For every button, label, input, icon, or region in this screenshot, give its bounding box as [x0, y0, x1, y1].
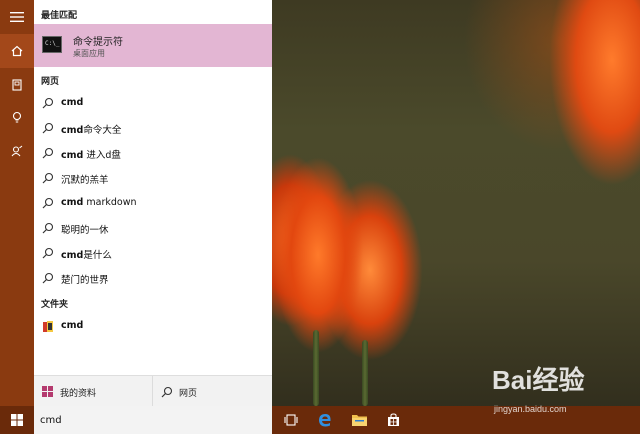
tips-button[interactable] [0, 100, 34, 134]
web-scope-label: 网页 [179, 389, 198, 399]
my-stuff-label: 我的资料 [60, 389, 97, 399]
watermark-brand: Bai经验 [492, 365, 585, 395]
web-scope-button[interactable]: 网页 [153, 376, 272, 407]
start-button[interactable] [0, 406, 34, 434]
cmd-folder-icon [43, 321, 53, 332]
feedback-icon [11, 145, 23, 157]
taskbar-search-box[interactable] [34, 406, 272, 434]
search-icon [161, 386, 173, 398]
task-view-button[interactable] [274, 406, 308, 434]
search-icon [42, 147, 54, 159]
file-explorer-button[interactable] [342, 406, 376, 434]
web-suggestion-item[interactable]: cmd [34, 91, 272, 116]
web-suggestion-item[interactable]: cmd命令大全 [34, 116, 272, 141]
folder-result-item[interactable]: cmd [34, 314, 272, 339]
web-suggestion-label: cmd [61, 97, 84, 108]
web-suggestion-item[interactable]: cmd markdown [34, 191, 272, 216]
best-match-heading: 最佳匹配 [41, 11, 78, 21]
web-suggestion-item[interactable]: 聪明的一休 [34, 216, 272, 241]
web-suggestion-label: 楚门的世界 [61, 275, 109, 286]
best-match-item[interactable]: C:\_ 命令提示符 桌面应用 [34, 24, 272, 67]
watermark-url: jingyan.baidu.com [494, 404, 567, 414]
home-icon [11, 45, 23, 57]
best-match-title: 命令提示符 [73, 37, 123, 48]
search-icon [42, 272, 54, 284]
search-input[interactable] [40, 412, 260, 428]
start-left-rail [0, 0, 34, 406]
web-suggestion-label: 聪明的一休 [61, 225, 109, 236]
baidu-jingyan-watermark: Bai经验 jingyan.baidu.com [492, 360, 632, 420]
feedback-button[interactable] [0, 134, 34, 168]
folder-icon [351, 415, 367, 426]
lightbulb-icon [12, 111, 22, 123]
my-stuff-button[interactable]: 我的资料 [34, 376, 153, 407]
windows-logo-icon [42, 386, 53, 397]
web-suggestion-item[interactable]: cmd 进入d盘 [34, 141, 272, 166]
web-suggestion-label: cmd 进入d盘 [61, 150, 121, 161]
task-view-icon [284, 414, 298, 426]
web-suggestion-item[interactable]: cmd是什么 [34, 241, 272, 266]
hamburger-icon [10, 12, 24, 22]
web-suggestion-label: cmd是什么 [61, 250, 112, 261]
web-suggestion-label: cmd markdown [61, 197, 137, 208]
search-icon [42, 97, 54, 109]
flower-stem [313, 330, 319, 406]
search-icon [42, 197, 54, 209]
web-suggestion-item[interactable]: 沉默的羔羊 [34, 166, 272, 191]
search-icon [42, 172, 54, 184]
notebook-icon [12, 79, 22, 91]
folder-result-label: cmd [61, 320, 84, 331]
store-button[interactable] [376, 406, 410, 434]
search-icon [42, 247, 54, 259]
search-results-panel: 最佳匹配 C:\_ 命令提示符 桌面应用 网页 cmd cmd命令大全 cmd … [34, 0, 272, 407]
web-heading: 网页 [41, 77, 60, 87]
search-icon [42, 222, 54, 234]
edge-browser-button[interactable] [308, 406, 342, 434]
search-icon [42, 122, 54, 134]
folder-heading: 文件夹 [41, 300, 69, 310]
web-suggestion-label: cmd命令大全 [61, 125, 122, 136]
flower-stem [362, 340, 368, 406]
store-icon [387, 413, 399, 426]
best-match-subtitle: 桌面应用 [73, 49, 105, 58]
notebook-button[interactable] [0, 68, 34, 102]
search-scope-bar: 我的资料 网页 [34, 375, 272, 407]
menu-button[interactable] [0, 0, 34, 34]
web-suggestion-label: 沉默的羔羊 [61, 175, 109, 186]
web-suggestion-item[interactable]: 楚门的世界 [34, 266, 272, 291]
command-prompt-icon: C:\_ [42, 36, 62, 53]
home-button[interactable] [0, 34, 34, 68]
windows-logo-icon [11, 414, 23, 426]
edge-icon [319, 414, 331, 427]
